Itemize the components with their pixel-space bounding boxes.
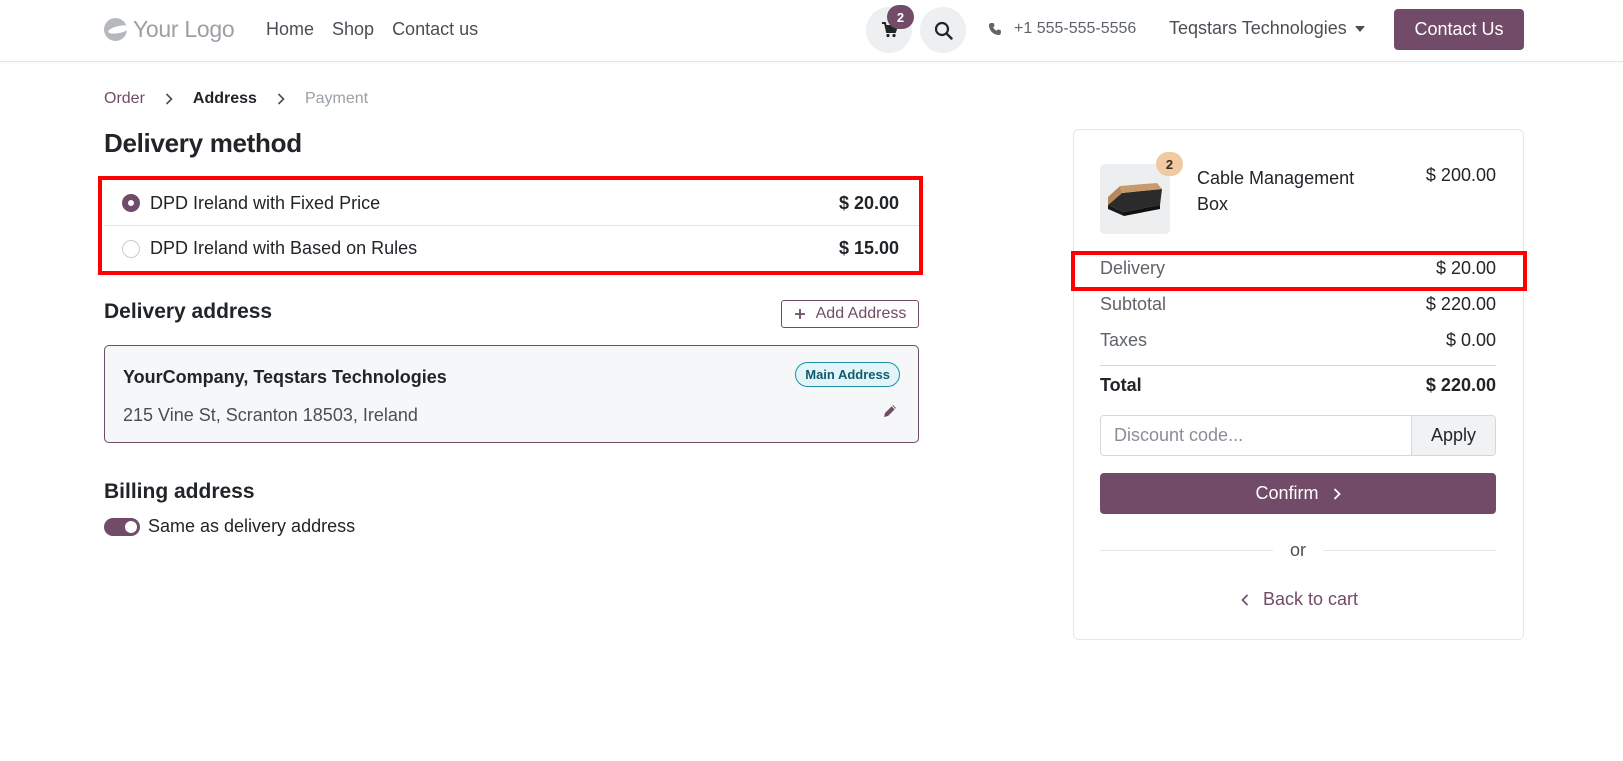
company-dropdown[interactable]: Teqstars Technologies	[1169, 18, 1365, 39]
delivery-address-title: Delivery address	[104, 300, 273, 323]
or-label: or	[1273, 540, 1323, 561]
delivery-address-card[interactable]: YourCompany, Teqstars Technologies Main …	[104, 345, 919, 443]
checkout-breadcrumb: Order Address Payment	[104, 90, 368, 108]
back-to-cart-link[interactable]: Back to cart	[1074, 589, 1525, 610]
delivery-method-list: DPD Ireland with Fixed Price $ 20.00 DPD…	[104, 181, 919, 271]
order-summary-card: 2 Cable Management Box $ 200.00 Delivery…	[1073, 129, 1524, 640]
delivery-option-price: $ 20.00	[838, 192, 899, 213]
delivery-option-name: DPD Ireland with Fixed Price	[150, 192, 381, 213]
search-button[interactable]	[920, 7, 966, 53]
address-name: YourCompany, Teqstars Technologies	[123, 367, 447, 387]
address-line: 215 Vine St, Scranton 18503, Ireland	[123, 405, 418, 425]
billing-address-title: Billing address	[104, 480, 255, 503]
breadcrumb-payment: Payment	[304, 90, 369, 107]
cart-count-badge: 2	[887, 5, 914, 29]
summary-taxes-row: Taxes $ 0.00	[1100, 330, 1496, 351]
chevron-right-icon	[165, 93, 173, 105]
company-name: Teqstars Technologies	[1169, 18, 1347, 38]
delivery-value: $ 20.00	[1435, 258, 1496, 278]
taxes-label: Taxes	[1100, 330, 1148, 350]
plus-icon	[794, 309, 805, 319]
main-nav: Home Shop Contact us	[266, 19, 496, 40]
product-thumbnail	[1100, 164, 1170, 234]
same-as-delivery-label: Same as delivery address	[148, 516, 356, 536]
delivery-option-name: DPD Ireland with Based on Rules	[150, 238, 418, 258]
chevron-right-icon	[277, 93, 285, 105]
pencil-edit-icon[interactable]	[882, 403, 898, 419]
summary-subtotal-row: Subtotal $ 220.00	[1100, 294, 1496, 315]
same-as-delivery-toggle[interactable]	[104, 518, 140, 536]
confirm-button[interactable]: Confirm	[1100, 473, 1496, 514]
contact-us-button[interactable]: Contact Us	[1394, 9, 1524, 50]
delivery-option-based-on-rules[interactable]: DPD Ireland with Based on Rules $ 15.00	[104, 226, 919, 271]
site-logo[interactable]: Your Logo	[104, 16, 235, 43]
radio-selected[interactable]	[122, 194, 140, 212]
top-navbar: Your Logo Home Shop Contact us 2 +1 555-…	[0, 0, 1623, 62]
subtotal-value: $ 220.00	[1425, 294, 1496, 314]
confirm-label: Confirm	[1255, 483, 1319, 503]
phone-contact[interactable]: +1 555-555-5556	[988, 20, 1136, 38]
product-name[interactable]: Cable Management Box	[1197, 165, 1387, 217]
phone-number: +1 555-555-5556	[1014, 20, 1137, 37]
radio-unselected[interactable]	[122, 239, 140, 258]
chevron-down-icon	[1354, 25, 1365, 32]
apply-discount-button[interactable]: Apply	[1411, 416, 1495, 455]
nav-contact-link[interactable]: Contact us	[392, 19, 478, 40]
add-address-label: Add Address	[815, 305, 907, 322]
chevron-left-icon	[1241, 593, 1249, 606]
phone-icon	[989, 23, 1001, 35]
delivery-label: Delivery	[1100, 258, 1166, 278]
delivery-option-price: $ 15.00	[838, 238, 899, 258]
logo-text: Your Logo	[133, 16, 235, 42]
nav-shop-link[interactable]: Shop	[332, 19, 374, 40]
breadcrumb-order[interactable]: Order	[104, 90, 145, 108]
total-value: $ 220.00	[1425, 375, 1496, 395]
product-price: $ 200.00	[1425, 165, 1496, 185]
taxes-value: $ 0.00	[1445, 330, 1496, 350]
product-quantity-badge: 2	[1156, 152, 1183, 176]
chevron-right-icon	[1333, 487, 1341, 500]
total-label: Total	[1100, 375, 1142, 395]
add-address-button[interactable]: Add Address	[781, 300, 919, 328]
back-to-cart-label: Back to cart	[1262, 589, 1359, 609]
logo-icon	[104, 18, 127, 41]
breadcrumb-address: Address	[192, 90, 257, 107]
search-icon	[934, 21, 953, 40]
summary-delivery-row: Delivery $ 20.00	[1100, 258, 1496, 279]
delivery-method-title: Delivery method	[104, 128, 302, 158]
main-address-badge: Main Address	[795, 362, 900, 387]
summary-divider	[1100, 365, 1496, 366]
nav-home-link[interactable]: Home	[266, 19, 314, 40]
discount-code-input[interactable]	[1101, 416, 1411, 455]
subtotal-label: Subtotal	[1100, 294, 1167, 314]
summary-total-row: Total $ 220.00	[1100, 375, 1496, 396]
delivery-option-fixed-price[interactable]: DPD Ireland with Fixed Price $ 20.00	[104, 181, 919, 226]
discount-code-group: Apply	[1100, 415, 1496, 456]
